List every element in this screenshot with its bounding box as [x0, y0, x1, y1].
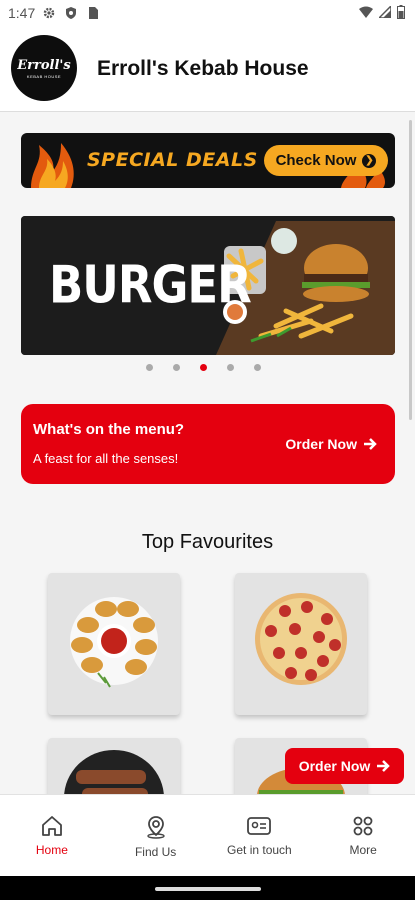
- home-icon: [41, 816, 62, 836]
- nav-label-home: Home: [35, 843, 68, 857]
- check-now-label: Check Now: [275, 152, 357, 169]
- floating-order-label: Order Now: [298, 758, 371, 774]
- scrollbar[interactable]: [409, 120, 412, 420]
- favourite-tile-nuggets[interactable]: [48, 573, 180, 715]
- nav-label-find-us: Find Us: [134, 845, 177, 859]
- contact-card-icon: [247, 817, 272, 835]
- shield-icon: [66, 7, 76, 19]
- special-deals-banner[interactable]: SPECIAL DEALS Check Now ❯: [21, 133, 395, 188]
- sim-card-icon: [89, 7, 98, 19]
- order-now-link[interactable]: Order Now: [285, 436, 377, 452]
- order-now-label: Order Now: [285, 436, 357, 452]
- nuggets-image: [70, 597, 158, 688]
- nav-item-more[interactable]: More: [311, 795, 415, 876]
- app-screen: 1:47 Erroll's KEBAB HOUSE Erroll's Kebab…: [0, 0, 415, 876]
- special-deals-label: SPECIAL DEALS: [87, 149, 258, 171]
- menu-card-subtitle: A feast for all the senses!: [33, 451, 179, 466]
- nav-item-get-in-touch[interactable]: Get in touch: [208, 795, 312, 876]
- bottom-navigation: Home Find Us Get in touch More: [0, 794, 415, 876]
- carousel-indicator: [146, 364, 261, 371]
- app-title: Erroll's Kebab House: [97, 57, 309, 80]
- nav-item-home[interactable]: Home: [0, 795, 104, 876]
- carousel-dot[interactable]: [227, 364, 234, 371]
- carousel-dot[interactable]: [173, 364, 180, 371]
- carousel-dot-active[interactable]: [200, 364, 207, 371]
- status-bar: 1:47: [0, 0, 415, 28]
- location-icon: [146, 816, 165, 839]
- settings-icon: [43, 7, 55, 19]
- carousel-dot[interactable]: [146, 364, 153, 371]
- arrow-right-icon: [377, 760, 391, 772]
- menu-card-title: What's on the menu?: [33, 421, 185, 438]
- app-header: Erroll's KEBAB HOUSE Erroll's Kebab Hous…: [0, 28, 415, 112]
- check-now-button[interactable]: Check Now ❯: [264, 145, 388, 176]
- battery-icon: [397, 5, 405, 19]
- top-favourites-title: Top Favourites: [141, 531, 274, 553]
- brand-logo[interactable]: Erroll's KEBAB HOUSE: [11, 35, 77, 101]
- gesture-handle[interactable]: [155, 887, 261, 891]
- signal-icon: [379, 6, 391, 18]
- logo-text: Erroll's: [17, 57, 71, 73]
- status-time: 1:47: [8, 5, 36, 21]
- arrow-right-icon: [364, 438, 377, 450]
- favourite-tile-pizza[interactable]: [235, 573, 367, 715]
- more-icon: [353, 816, 373, 836]
- nav-label-get-in-touch: Get in touch: [227, 843, 292, 857]
- banner-headline: BURGER: [49, 254, 252, 315]
- carousel-dot[interactable]: [254, 364, 261, 371]
- nav-label-more: More: [349, 843, 377, 857]
- pizza-image: [255, 593, 347, 685]
- hero-carousel-slide[interactable]: BURGER: [21, 216, 395, 355]
- nav-item-find-us[interactable]: Find Us: [104, 795, 208, 876]
- menu-card[interactable]: What's on the menu? A feast for all the …: [21, 404, 395, 484]
- chevron-right-icon: ❯: [362, 153, 377, 168]
- logo-subtext: KEBAB HOUSE: [26, 73, 62, 79]
- wifi-icon: [359, 6, 373, 18]
- floating-order-now-button[interactable]: Order Now: [285, 748, 404, 784]
